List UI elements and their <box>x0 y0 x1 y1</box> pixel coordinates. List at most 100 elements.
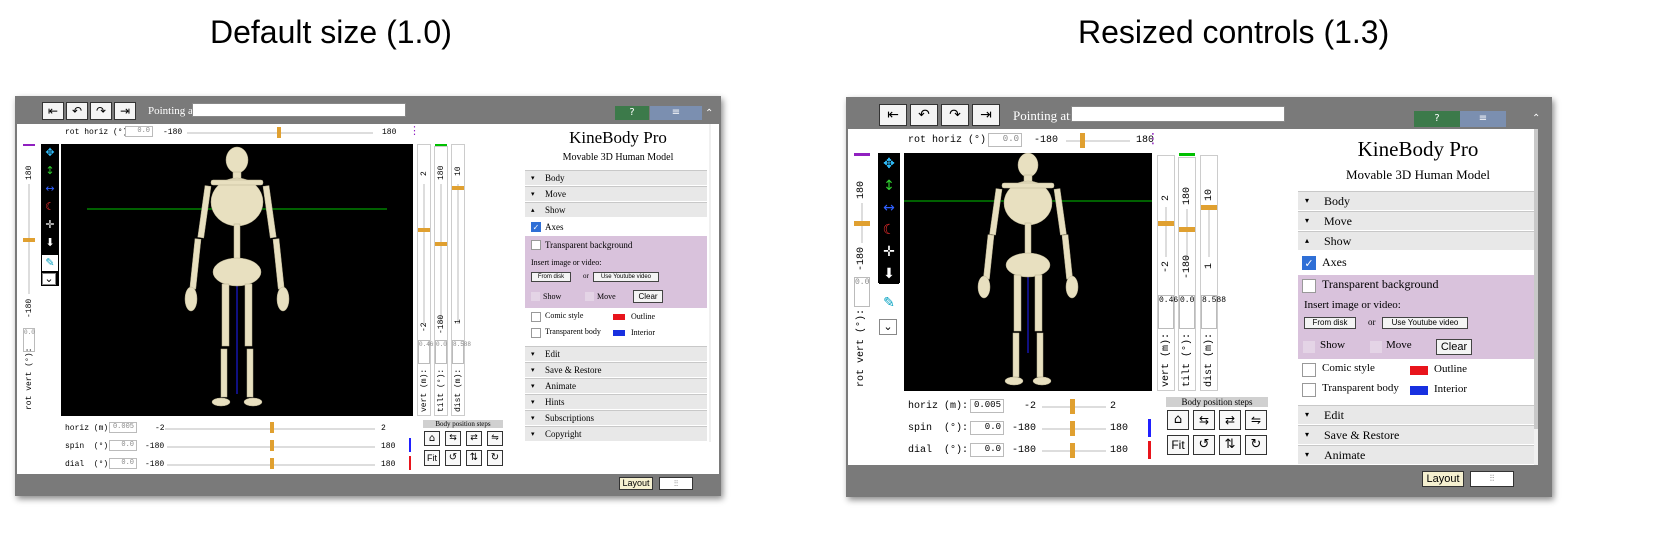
section-body[interactable]: ▾ Body <box>1298 191 1534 210</box>
vert-thumb[interactable] <box>1158 221 1174 226</box>
paint-icon[interactable]: ✎ <box>42 255 58 271</box>
youtube-button[interactable]: Use Youtube video <box>1382 317 1468 329</box>
undo-all-icon[interactable]: ⇤ <box>879 104 907 126</box>
section-copyright[interactable]: ▾ Copyright <box>525 426 707 441</box>
clear-button[interactable]: Clear <box>1436 339 1472 355</box>
move-vertical-icon[interactable]: ↕ <box>42 163 58 179</box>
interior-color-swatch[interactable] <box>613 330 625 336</box>
step-back-icon[interactable]: ⇆ <box>445 431 461 446</box>
tilt-thumb[interactable] <box>1179 227 1195 232</box>
flip-icon[interactable]: ⇅ <box>1219 435 1241 455</box>
layout-button[interactable]: Layout <box>619 477 653 490</box>
rotate-right-icon[interactable]: ↻ <box>487 450 503 466</box>
dist-track[interactable] <box>1208 207 1210 257</box>
dist-input[interactable]: 8.588 <box>452 340 471 364</box>
move-horizontal-icon[interactable]: ↔ <box>42 181 58 197</box>
fit-button[interactable]: Fit <box>1167 435 1189 455</box>
horiz-input[interactable]: 0.005 <box>970 399 1004 413</box>
section-show[interactable]: ▴ Show <box>525 202 707 217</box>
move-down-icon[interactable]: ⬇ <box>42 235 58 251</box>
section-animate[interactable]: ▾ Animate <box>525 378 707 393</box>
section-edit[interactable]: ▾ Edit <box>525 346 707 361</box>
rotate-left-icon[interactable]: ↺ <box>445 450 461 466</box>
rotate-icon[interactable]: ☾ <box>879 220 899 240</box>
tilt-input[interactable]: 0.0 <box>1179 295 1195 329</box>
move-xy-icon[interactable]: ✥ <box>42 145 58 161</box>
axes-checkbox[interactable]: ✓ <box>1302 256 1316 270</box>
undo-all-icon[interactable]: ⇤ <box>42 102 64 120</box>
section-body[interactable]: ▾ Body <box>525 170 707 185</box>
move-down-icon[interactable]: ⬇ <box>879 264 899 284</box>
step-forward-icon[interactable]: ⇋ <box>1245 410 1267 430</box>
settings-sliders-icon[interactable]: ⫶⫶ <box>659 477 693 490</box>
step-forward-icon[interactable]: ⇋ <box>487 431 503 446</box>
move-vertical-icon[interactable]: ↕ <box>879 176 899 196</box>
section-show[interactable]: ▴ Show <box>1298 231 1534 250</box>
from-disk-button[interactable]: From disk <box>531 272 571 282</box>
outline-color-swatch[interactable] <box>613 314 625 320</box>
pointing-input[interactable] <box>192 103 406 117</box>
menu-button[interactable]: ≡ <box>650 106 702 120</box>
vert-track[interactable] <box>423 184 425 324</box>
section-animate[interactable]: ▾ Animate <box>1298 445 1534 464</box>
vert-track[interactable] <box>1165 207 1167 257</box>
spin-input[interactable]: 0.0 <box>970 421 1004 435</box>
tilt-track[interactable] <box>440 184 442 324</box>
horiz-input[interactable]: 0.005 <box>109 422 137 433</box>
flip-icon[interactable]: ⇅ <box>466 450 482 466</box>
rotate-right-icon[interactable]: ↻ <box>1245 435 1267 455</box>
vert-input[interactable]: 0.465 <box>1158 295 1183 329</box>
horiz-thumb[interactable] <box>1070 399 1075 414</box>
options-kebab-icon[interactable]: ⋮ <box>1146 131 1160 147</box>
from-disk-button[interactable]: From disk <box>1304 317 1356 329</box>
step-back-icon[interactable]: ⇆ <box>1193 410 1215 430</box>
rot-horiz-input[interactable]: 0.0 <box>125 126 153 137</box>
media-show-checkbox[interactable] <box>531 292 540 301</box>
step-turn-icon[interactable]: ⇄ <box>1219 410 1241 430</box>
pan-icon[interactable]: ✛ <box>42 217 58 233</box>
pan-icon[interactable]: ✛ <box>879 242 899 262</box>
skeleton-model[interactable] <box>61 144 413 416</box>
dist-thumb[interactable] <box>452 186 464 190</box>
media-move-checkbox[interactable] <box>585 292 594 301</box>
section-move[interactable]: ▾ Move <box>1298 211 1534 230</box>
redo-all-icon[interactable]: ⇥ <box>972 104 1000 126</box>
rotate-icon[interactable]: ☾ <box>42 199 58 215</box>
transparent-background-checkbox[interactable] <box>531 240 541 250</box>
move-xy-icon[interactable]: ✥ <box>879 154 899 174</box>
outline-color-swatch[interactable] <box>1410 366 1428 375</box>
redo-all-icon[interactable]: ⇥ <box>114 102 136 120</box>
horiz-thumb[interactable] <box>270 422 274 433</box>
vert-thumb[interactable] <box>418 228 430 232</box>
rot-horiz-track[interactable] <box>1066 140 1130 142</box>
rot-vert-thumb[interactable] <box>23 238 35 242</box>
fit-button[interactable]: Fit <box>424 450 440 466</box>
help-button[interactable]: ? <box>1414 111 1460 127</box>
dial-thumb[interactable] <box>270 458 274 469</box>
tilt-track[interactable] <box>1186 209 1188 259</box>
3d-viewport[interactable] <box>61 144 413 416</box>
youtube-button[interactable]: Use Youtube video <box>593 272 659 282</box>
section-hints[interactable]: ▾ Hints <box>525 394 707 409</box>
settings-sliders-icon[interactable]: ⫶⫶ <box>1470 471 1514 487</box>
home-icon[interactable]: ⌂ <box>424 431 440 446</box>
layout-button[interactable]: Layout <box>1422 471 1464 487</box>
clear-button[interactable]: Clear <box>633 290 663 303</box>
dial-thumb[interactable] <box>1070 443 1075 458</box>
pointing-input[interactable] <box>1071 106 1285 122</box>
spin-input[interactable]: 0.0 <box>109 440 137 451</box>
redo-icon[interactable]: ↷ <box>941 104 969 126</box>
dist-track[interactable] <box>457 184 459 324</box>
chevron-down-icon[interactable]: ⌄ <box>879 319 897 335</box>
help-button[interactable]: ? <box>615 106 649 120</box>
rot-vert-thumb[interactable] <box>854 221 870 226</box>
dial-input[interactable]: 0.0 <box>109 458 137 469</box>
paint-icon[interactable]: ✎ <box>879 293 899 313</box>
dist-input[interactable]: 8.588 <box>1201 295 1226 329</box>
transparent-background-checkbox[interactable] <box>1302 279 1316 293</box>
options-kebab-icon[interactable]: ⋮ <box>409 124 420 137</box>
chevron-down-icon[interactable]: ⌄ <box>42 273 56 285</box>
section-subscriptions[interactable]: ▾ Subscriptions <box>525 410 707 425</box>
rotate-left-icon[interactable]: ↺ <box>1193 435 1215 455</box>
axes-checkbox[interactable]: ✓ <box>531 222 541 232</box>
